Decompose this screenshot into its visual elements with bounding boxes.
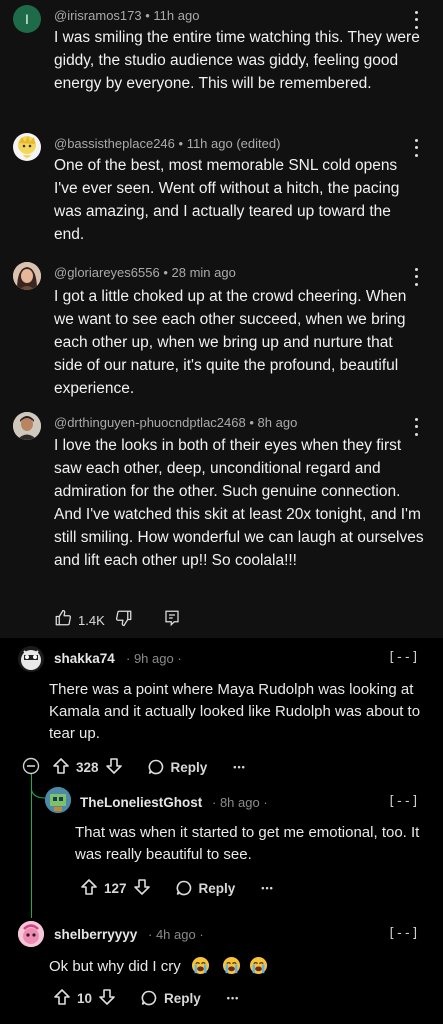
collapse-thread-icon[interactable] [22,757,40,778]
avatar[interactable] [13,262,41,290]
dislike-icon[interactable] [115,609,133,632]
avatar-photo [13,412,41,440]
comment-username[interactable]: shakka74 [54,651,115,666]
more-options-button[interactable]: ••• [261,883,273,893]
comment-time: 28 min ago [171,265,236,280]
avatar-illustration [18,136,36,158]
reply-label: Reply [164,990,201,1006]
comment-time: · 9h ago · [126,651,182,666]
more-options-button[interactable]: ••• [227,993,239,1003]
loudly-crying-emoji-icon [250,956,268,975]
avatar[interactable] [18,921,44,947]
comment-text: I was smiling the entire time watching t… [54,29,420,92]
comment-meta: @gloriareyes6556 • 28 min ago [54,265,236,280]
reply-label: Reply [170,759,208,775]
loudly-crying-emoji-icon [191,956,209,975]
comment-text-row: Ok but why did I cry [49,956,429,978]
comment-text: Ok but why did I cry [49,958,181,975]
comment-time: · 4h ago · [148,927,204,942]
reply-icon [176,880,191,896]
reply-button[interactable]: Reply [147,758,208,776]
comment-time: 8h ago [257,415,298,430]
avatar[interactable] [13,133,41,161]
reddit-thread-section: shakka74 · 9h ago · [--] There was a poi… [0,638,443,1024]
avatar[interactable] [45,787,71,813]
downvote-icon[interactable] [105,757,123,778]
comment-time: 11h ago [153,8,200,23]
comment-time: 11h ago (edited) [186,136,281,151]
reply-icon [148,759,163,775]
snoo-avatar [45,787,71,813]
comment-action-bar: 10 Reply ••• [53,986,239,1010]
upvote-icon[interactable] [52,757,70,778]
collapse-button[interactable]: [--] [388,926,419,941]
comment-action-bar: 328 Reply ••• [22,755,246,779]
comment-text: That was when it started to get me emoti… [75,824,420,863]
upvote-icon[interactable] [80,878,98,899]
more-options-button[interactable]: ••• [233,762,245,772]
comment-time: · 8h ago · [212,795,268,810]
downvote-icon[interactable] [98,988,116,1009]
like-icon[interactable] [54,609,72,632]
avatar[interactable] [18,646,44,672]
comment-text: There was a point where Maya Rudolph was… [49,681,421,742]
comment-username[interactable]: shelberryyyy [54,927,137,942]
snoo-avatar [18,921,44,947]
avatar-photo [13,262,41,290]
reply-icon [141,990,157,1006]
avatar[interactable] [13,412,41,440]
reply-button[interactable]: Reply [140,989,201,1007]
comment-author[interactable]: @bassistheplace246 [54,136,175,151]
avatar-letter: I [25,11,29,27]
collapse-button[interactable]: [--] [388,794,419,809]
collapse-button[interactable]: [--] [388,650,419,665]
loudly-crying-emoji-icon [223,956,241,975]
avatar[interactable]: I [13,5,41,33]
comment-meta: @bassistheplace246 • 11h ago (edited) [54,136,281,151]
comment-text: I got a little choked up at the crowd ch… [54,288,407,397]
reply-comment-icon[interactable] [163,609,181,632]
comment-author[interactable]: @drthinguyen-phuocndptlac2468 [54,415,246,430]
youtube-comments-section: I @irisramos173 • 11h ago I was smiling … [0,0,443,638]
comment-author[interactable]: @irisramos173 [54,8,142,23]
upvote-icon[interactable] [53,988,71,1009]
comment-text: One of the best, most memorable SNL cold… [54,157,400,243]
vote-count: 328 [76,759,99,775]
comment-author[interactable]: @gloriareyes6556 [54,265,160,280]
vote-count: 10 [77,990,93,1006]
snoo-avatar [21,650,41,670]
reply-label: Reply [198,880,236,896]
vote-count: 127 [104,880,127,896]
like-count: 1.4K [78,612,105,628]
comment-meta: @drthinguyen-phuocndptlac2468 • 8h ago [54,415,298,430]
comment-action-bar: 1.4K [54,608,181,632]
downvote-icon[interactable] [133,878,151,899]
reply-button[interactable]: Reply [175,879,236,897]
comment-username[interactable]: TheLoneliestGhost [80,795,202,810]
comment-text: I love the looks in both of their eyes w… [54,437,424,569]
comment-meta: @irisramos173 • 11h ago [54,8,200,23]
comment-action-bar: 127 Reply ••• [80,876,274,900]
